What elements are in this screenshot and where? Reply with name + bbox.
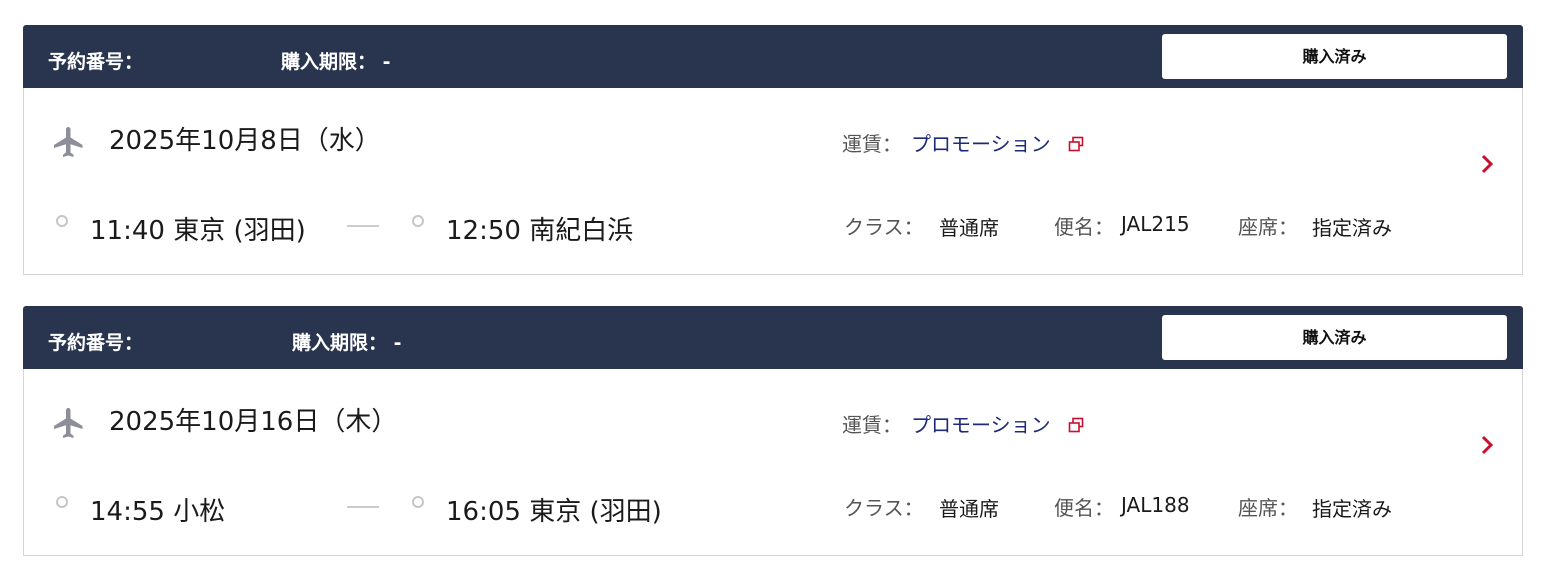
purchase-limit: 購入期限： - [292, 328, 402, 355]
fare-label: 運賃： [842, 413, 902, 437]
chevron-right-icon[interactable] [1477, 434, 1497, 456]
purchase-limit-label: 購入期限： [281, 51, 377, 73]
fare-link[interactable]: プロモーション [911, 409, 1051, 438]
seat-label: 座席： [1238, 215, 1298, 239]
class-value: 普通席 [939, 216, 999, 240]
seat-value: 指定済み [1312, 216, 1392, 240]
purchase-limit-label: 購入期限： [292, 332, 388, 354]
flight-number-value: JAL215 [1121, 212, 1190, 236]
flight-number-value: JAL188 [1121, 493, 1190, 517]
class-label: クラス： [844, 496, 924, 520]
seat-label: 座席： [1238, 496, 1298, 520]
arrival-info: 16:05 東京 (羽田) [446, 497, 662, 527]
fare-label: 運賃： [842, 132, 902, 156]
departure-info: 14:55 小松 [90, 497, 226, 527]
booking-header: 予約番号： 購入期限： - 購入済み [23, 306, 1523, 369]
booking-card: 予約番号： 購入期限： - 購入済み 2025年10月8日（水） 運賃： プロモ… [23, 25, 1523, 275]
arrival-marker-icon [412, 496, 424, 508]
departure-marker-icon [56, 215, 68, 227]
route-connector [347, 506, 379, 508]
external-link-icon[interactable] [1068, 417, 1084, 433]
purchase-limit-value: - [382, 51, 391, 73]
booking-body[interactable]: 2025年10月16日（木） 運賃： プロモーション 14:55 小松 16:0… [23, 369, 1523, 556]
chevron-right-icon[interactable] [1477, 153, 1497, 175]
booking-header: 予約番号： 購入期限： - 購入済み [23, 25, 1523, 88]
purchased-status-button[interactable]: 購入済み [1162, 315, 1507, 360]
class-label: クラス： [844, 215, 924, 239]
airplane-icon [54, 127, 83, 157]
flight-date: 2025年10月8日（水） [109, 126, 381, 156]
arrival-info: 12:50 南紀白浜 [446, 216, 634, 246]
flight-number-label: 便名： [1054, 496, 1114, 520]
flight-number-label: 便名： [1054, 215, 1114, 239]
airplane-icon [54, 408, 83, 438]
reservation-number-label: 予約番号： [48, 51, 144, 73]
booking-card: 予約番号： 購入期限： - 購入済み 2025年10月16日（木） 運賃： プロ… [23, 306, 1523, 556]
departure-info: 11:40 東京 (羽田) [90, 216, 306, 246]
reservation-number-label: 予約番号： [48, 332, 144, 354]
purchase-limit-value: - [393, 332, 402, 354]
purchased-status-button[interactable]: 購入済み [1162, 34, 1507, 79]
seat-value: 指定済み [1312, 497, 1392, 521]
departure-marker-icon [56, 496, 68, 508]
class-value: 普通席 [939, 497, 999, 521]
external-link-icon[interactable] [1068, 136, 1084, 152]
route-connector [347, 225, 379, 227]
arrival-marker-icon [412, 215, 424, 227]
flight-date: 2025年10月16日（木） [109, 407, 398, 437]
purchase-limit: 購入期限： - [281, 47, 391, 74]
booking-body[interactable]: 2025年10月8日（水） 運賃： プロモーション 11:40 東京 (羽田) … [23, 88, 1523, 275]
fare-link[interactable]: プロモーション [911, 128, 1051, 157]
